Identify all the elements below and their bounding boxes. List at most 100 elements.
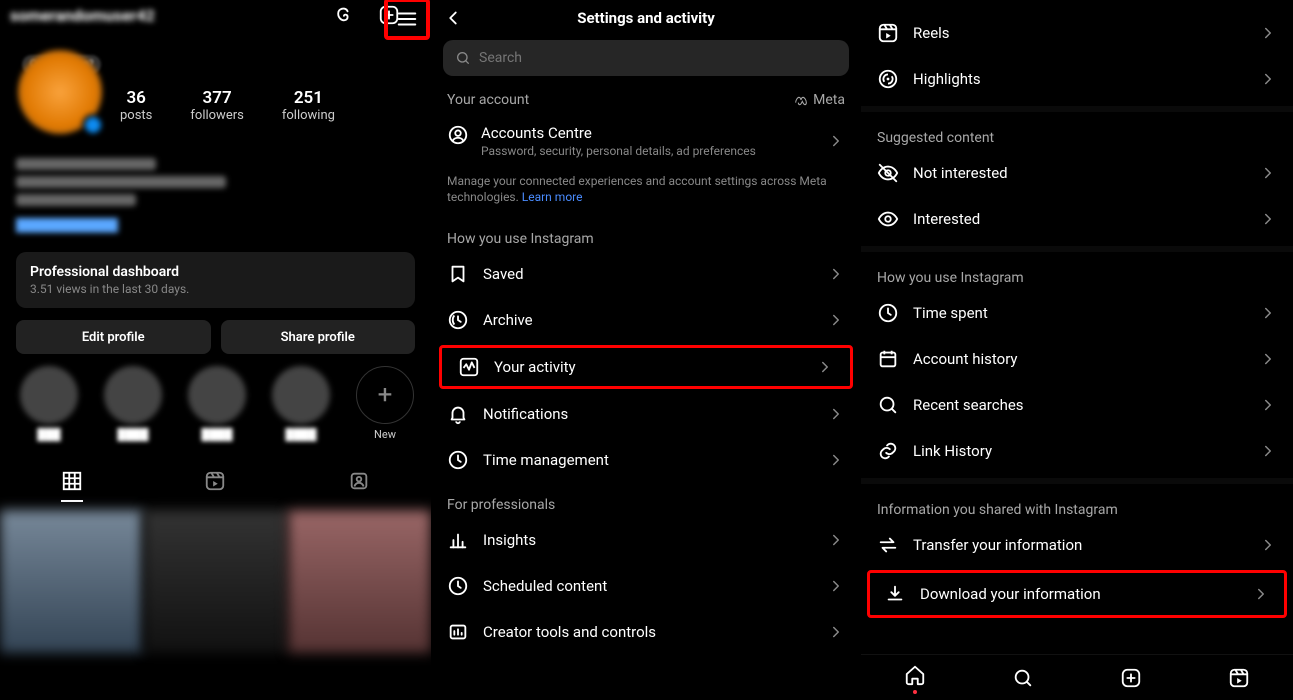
your-activity-row[interactable]: Your activity	[450, 356, 842, 378]
chevron-right-icon	[1259, 304, 1277, 322]
bookmark-icon	[447, 263, 469, 285]
highlight-add[interactable]: +	[356, 366, 414, 424]
bottom-nav	[861, 654, 1293, 700]
meta-brand: Meta	[793, 92, 845, 108]
nav-reels[interactable]	[1226, 665, 1252, 691]
accounts-centre-row[interactable]: Accounts Centre Password, security, pers…	[431, 116, 861, 170]
profile-tabs	[0, 470, 431, 513]
settings-screen: Settings and activity Your account Meta …	[431, 0, 861, 700]
chevron-right-icon	[827, 531, 845, 549]
accounts-helper-text: Manage your connected experiences and ac…	[431, 170, 861, 217]
chevron-right-icon	[1259, 396, 1277, 414]
hamburger-menu-icon[interactable]	[395, 7, 419, 31]
search-input[interactable]	[479, 50, 837, 66]
post-thumb[interactable]	[288, 510, 431, 653]
pro-dash-sub: 3.51 views in the last 30 days.	[30, 282, 401, 296]
highlight-item[interactable]	[20, 366, 78, 424]
eye-off-icon	[877, 162, 899, 184]
professional-dashboard-card[interactable]: Professional dashboard 3.51 views in the…	[16, 252, 415, 308]
nav-search[interactable]	[1010, 665, 1036, 691]
threads-icon[interactable]	[331, 3, 355, 27]
bio-block	[16, 158, 226, 212]
highlights-icon	[877, 68, 899, 90]
posts-grid	[0, 510, 431, 653]
creator-tools-row[interactable]: Creator tools and controls	[431, 609, 861, 655]
chevron-right-icon	[827, 577, 845, 595]
interested-row[interactable]: Interested	[861, 196, 1293, 242]
reels-icon	[877, 22, 899, 44]
eye-icon	[877, 208, 899, 230]
calendar-icon	[877, 348, 899, 370]
how-you-use-header-2: How you use Instagram	[861, 252, 1293, 290]
highlights-row[interactable]: Highlights	[861, 56, 1293, 102]
stat-posts[interactable]: 36posts	[120, 88, 152, 123]
insights-row[interactable]: Insights	[431, 517, 861, 563]
learn-more-link[interactable]: Learn more	[522, 190, 583, 204]
story-highlights-row[interactable]: ███ ████ ████ ████ +New	[20, 366, 411, 441]
pro-dash-title: Professional dashboard	[30, 264, 401, 280]
insights-icon	[447, 529, 469, 551]
chevron-right-icon	[827, 132, 845, 150]
suggested-content-header: Suggested content	[861, 112, 1293, 150]
link-history-row[interactable]: Link History	[861, 428, 1293, 474]
clock-icon	[447, 575, 469, 597]
highlight-item[interactable]	[272, 366, 330, 424]
post-thumb[interactable]	[0, 510, 143, 653]
stat-followers[interactable]: 377followers	[190, 88, 243, 123]
info-shared-header: Information you shared with Instagram	[861, 484, 1293, 522]
nav-create[interactable]	[1118, 665, 1144, 691]
archive-row[interactable]: Archive	[431, 297, 861, 343]
stat-following[interactable]: 251following	[282, 88, 335, 123]
tools-icon	[447, 621, 469, 643]
archive-icon	[447, 309, 469, 331]
highlight-item[interactable]	[188, 366, 246, 424]
bio-link[interactable]: ████████████	[16, 218, 118, 232]
transfer-info-row[interactable]: Transfer your information	[861, 522, 1293, 568]
account-history-row[interactable]: Account history	[861, 336, 1293, 382]
tab-reels[interactable]	[204, 470, 226, 502]
your-activity-highlight: Your activity	[439, 345, 853, 389]
notifications-row[interactable]: Notifications	[431, 391, 861, 437]
settings-screen-continued: Reels Highlights Suggested content Not i…	[861, 0, 1293, 700]
scheduled-content-row[interactable]: Scheduled content	[431, 563, 861, 609]
chevron-right-icon	[816, 358, 834, 376]
link-icon	[877, 440, 899, 462]
highlight-item[interactable]	[104, 366, 162, 424]
chevron-right-icon	[827, 311, 845, 329]
transfer-icon	[877, 534, 899, 556]
chevron-right-icon	[1259, 210, 1277, 228]
chevron-right-icon	[1252, 585, 1270, 603]
clock-icon	[447, 449, 469, 471]
chevron-right-icon	[827, 265, 845, 283]
reels-row[interactable]: Reels	[861, 10, 1293, 56]
time-management-row[interactable]: Time management	[431, 437, 861, 483]
chevron-right-icon	[827, 405, 845, 423]
saved-row[interactable]: Saved	[431, 251, 861, 297]
chevron-right-icon	[1259, 350, 1277, 368]
chevron-right-icon	[1259, 536, 1277, 554]
tab-grid[interactable]	[61, 470, 83, 502]
menu-button-highlight	[384, 0, 430, 40]
edit-profile-button[interactable]: Edit profile	[16, 320, 211, 354]
tab-tagged[interactable]	[348, 470, 370, 502]
search-bar[interactable]	[443, 40, 849, 76]
nav-home-badge	[913, 690, 917, 694]
bell-icon	[447, 403, 469, 425]
chevron-right-icon	[1259, 70, 1277, 88]
clock-icon	[877, 302, 899, 324]
nav-home[interactable]	[902, 662, 928, 688]
chevron-right-icon	[1259, 442, 1277, 460]
download-icon	[884, 583, 906, 605]
chevron-right-icon	[1259, 164, 1277, 182]
for-professionals-header: For professionals	[431, 483, 861, 517]
not-interested-row[interactable]: Not interested	[861, 150, 1293, 196]
chevron-right-icon	[827, 451, 845, 469]
download-info-row[interactable]: Download your information	[876, 579, 1278, 609]
post-thumb[interactable]	[144, 510, 287, 653]
profile-screen: somerandomuser42 Conversation? 36posts 3…	[0, 0, 431, 700]
username[interactable]: somerandomuser42	[10, 6, 155, 25]
recent-searches-row[interactable]: Recent searches	[861, 382, 1293, 428]
search-icon	[877, 394, 899, 416]
time-spent-row[interactable]: Time spent	[861, 290, 1293, 336]
share-profile-button[interactable]: Share profile	[221, 320, 416, 354]
